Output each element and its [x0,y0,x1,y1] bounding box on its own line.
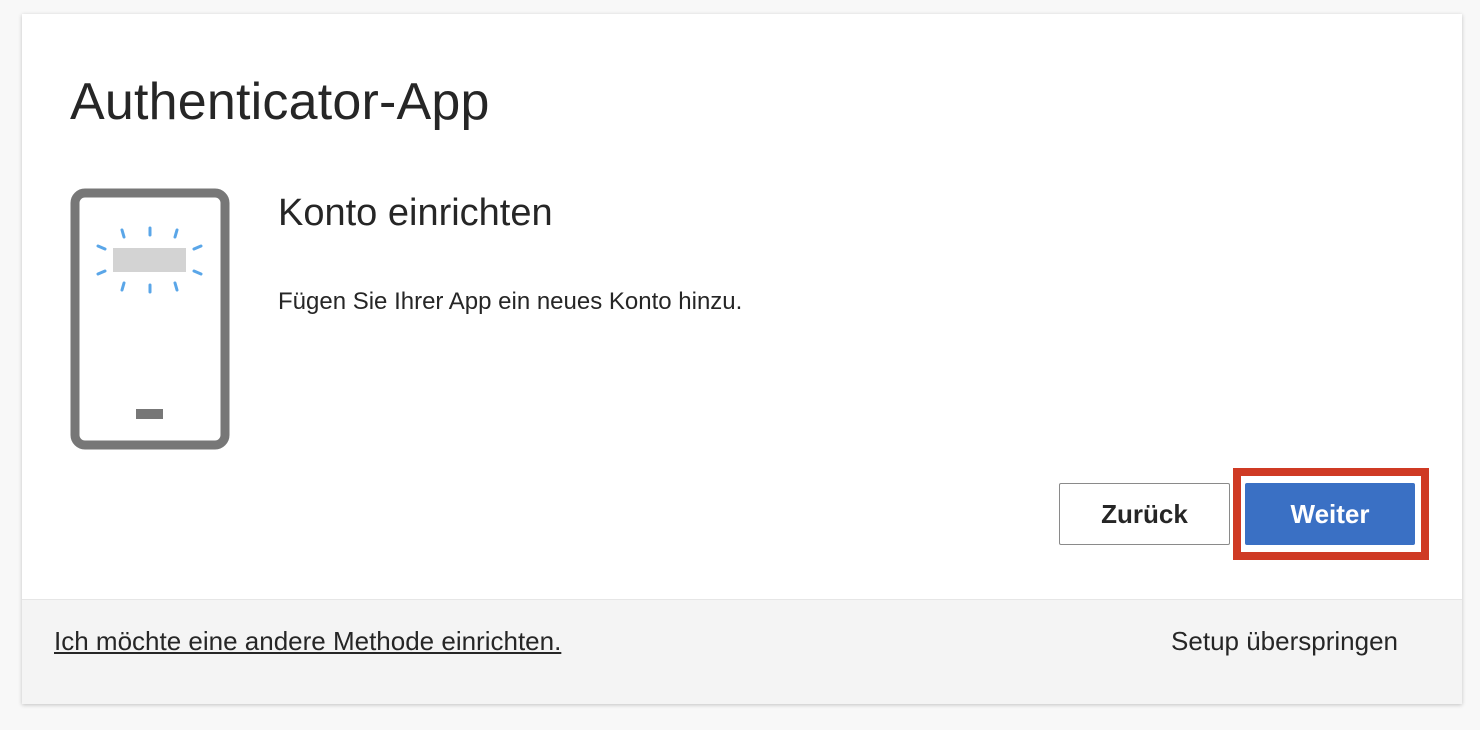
page-title: Authenticator-App [70,73,490,131]
skip-setup-link[interactable]: Setup überspringen [1171,626,1398,657]
back-button[interactable]: Zurück [1059,483,1230,545]
other-method-link[interactable]: Ich möchte eine andere Methode einrichte… [54,626,561,657]
next-button[interactable]: Weiter [1245,483,1415,545]
dialog-footer: Ich möchte eine andere Methode einrichte… [22,599,1462,704]
section-heading: Konto einrichten [278,192,553,234]
phone-scan-icon [70,188,230,450]
instruction-text: Fügen Sie Ihrer App ein neues Konto hinz… [278,288,743,315]
authenticator-setup-card: Authenticator-App Konto einrichten Fügen… [22,14,1462,704]
